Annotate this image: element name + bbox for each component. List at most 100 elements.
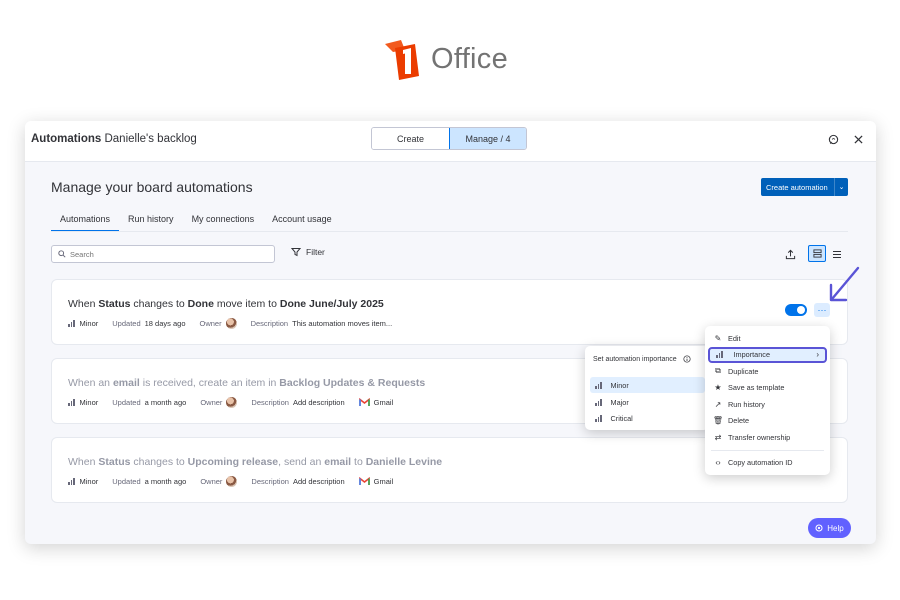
duplicate-icon: ⧉ <box>715 366 721 376</box>
importance-icon <box>595 414 602 422</box>
tab-my-connections[interactable]: My connections <box>183 211 264 232</box>
filter-icon <box>291 248 301 257</box>
importance-icon <box>595 381 602 389</box>
office-logo-icon <box>385 40 419 80</box>
menu-item-edit[interactable]: ✎ Edit <box>705 330 830 347</box>
transfer-icon: ⇄ <box>714 432 722 442</box>
pencil-icon: ✎ <box>714 333 722 343</box>
window-title-board: Danielle's backlog <box>104 133 197 145</box>
menu-item-run-history[interactable]: ↗ Run history <box>705 396 830 413</box>
gmail-icon <box>358 477 370 485</box>
info-icon[interactable] <box>683 355 691 363</box>
more-options-button[interactable]: ··· <box>814 303 830 317</box>
tab-account-usage[interactable]: Account usage <box>263 211 341 232</box>
owner-avatar[interactable] <box>226 476 238 487</box>
list-view-icon[interactable] <box>828 245 846 263</box>
menu-item-importance[interactable]: Importance › <box>708 346 827 363</box>
importance-icon <box>68 320 75 327</box>
gmail-integration: Gmail <box>358 477 394 486</box>
description-label: Description <box>251 398 289 407</box>
importance-icon <box>716 351 723 359</box>
feedback-icon[interactable] <box>826 132 840 146</box>
importance-option-major[interactable]: Major <box>590 394 705 410</box>
export-icon[interactable] <box>781 245 799 263</box>
integration-name: Gmail <box>373 477 394 486</box>
importance-submenu: Set automation importance Minor Major Cr… <box>585 346 709 430</box>
help-button[interactable]: Help <box>808 518 851 538</box>
create-automation-button[interactable]: Create automation ⌄ <box>761 178 848 196</box>
tab-run-history[interactable]: Run history <box>119 211 183 232</box>
filter-label: Filter <box>306 247 325 257</box>
search-input[interactable] <box>70 249 250 259</box>
owner-label: Owner <box>200 477 223 486</box>
importance-icon <box>68 399 75 406</box>
automation-recipe: When an email is received, create an ite… <box>68 377 426 389</box>
importance-option-minor[interactable]: Minor <box>590 377 705 393</box>
close-icon[interactable] <box>851 132 865 146</box>
importance-value: Minor <box>79 477 99 486</box>
gmail-icon <box>358 398 370 406</box>
automation-meta: Minor Updated a month ago Owner Descript… <box>68 397 393 408</box>
search-box <box>51 245 275 263</box>
importance-icon <box>595 398 602 406</box>
updated-value: a month ago <box>144 477 187 486</box>
updated-label: Updated <box>112 319 141 328</box>
updated-label: Updated <box>112 477 141 486</box>
annotation-arrow-icon <box>829 266 860 302</box>
tab-automations[interactable]: Automations <box>51 211 120 232</box>
office-logo: Office <box>383 36 508 82</box>
tabs-divider <box>51 231 848 232</box>
description-label: Description <box>250 319 289 328</box>
tab-bar: Automations Run history My connections A… <box>51 211 341 232</box>
owner-label: Owner <box>200 398 223 407</box>
chevron-right-icon: › <box>816 350 819 360</box>
description-value[interactable]: Add description <box>293 398 345 407</box>
description-value[interactable]: Add description <box>293 477 345 486</box>
filter-button[interactable]: Filter <box>291 247 325 257</box>
automation-meta: Minor Updated 18 days ago Owner Descript… <box>68 318 392 329</box>
menu-item-copy-id[interactable]: ‹› Copy automation ID <box>705 455 830 472</box>
menu-item-delete[interactable]: 🗑 Delete <box>705 413 830 430</box>
menu-divider <box>711 449 824 451</box>
menu-item-duplicate[interactable]: ⧉ Duplicate <box>705 363 830 380</box>
brand-name: Office <box>431 42 509 75</box>
importance-icon <box>68 478 75 485</box>
updated-label: Updated <box>112 398 141 407</box>
create-tab[interactable]: Create <box>372 128 449 149</box>
importance-value: Minor <box>79 398 99 407</box>
owner-label: Owner <box>199 319 222 328</box>
description-label: Description <box>251 477 289 486</box>
mode-switch: Create Manage / 4 <box>371 127 527 150</box>
window-title: Automations Danielle's backlog <box>31 133 197 145</box>
search-icon <box>58 250 66 258</box>
integration-name: Gmail <box>373 398 394 407</box>
create-automation-label: Create automation <box>766 182 828 192</box>
manage-tab[interactable]: Manage / 4 <box>449 128 526 149</box>
automation-recipe: When Status changes to Done move item to… <box>68 298 384 310</box>
template-icon: ★ <box>714 383 722 393</box>
top-bar: Automations Danielle's backlog Create Ma… <box>25 121 876 162</box>
help-label: Help <box>827 523 844 533</box>
updated-value: 18 days ago <box>144 319 186 328</box>
owner-avatar[interactable] <box>225 318 237 329</box>
gmail-integration: Gmail <box>358 398 394 407</box>
automation-toggle[interactable] <box>785 304 807 316</box>
help-icon <box>815 524 823 532</box>
code-icon: ‹› <box>715 458 721 468</box>
card-view-icon[interactable] <box>808 245 826 262</box>
page-title: Manage your board automations <box>51 179 253 195</box>
owner-avatar[interactable] <box>226 397 238 408</box>
importance-option-critical[interactable]: Critical <box>590 410 705 426</box>
automation-recipe: When Status changes to Upcoming release,… <box>68 456 443 468</box>
description-value[interactable]: This automation moves item... <box>292 319 392 328</box>
menu-item-transfer-ownership[interactable]: ⇄ Transfer ownership <box>705 429 830 446</box>
importance-value: Minor <box>79 319 99 328</box>
window-title-bold: Automations <box>31 133 102 145</box>
automation-meta: Minor Updated a month ago Owner Descript… <box>68 476 393 487</box>
automation-context-menu: ✎ Edit Importance › ⧉ Duplicate ★ Save as t… <box>705 326 830 475</box>
chevron-down-icon[interactable]: ⌄ <box>834 178 848 196</box>
submenu-title: Set automation importance <box>593 355 691 363</box>
updated-value: a month ago <box>144 398 187 407</box>
activity-icon: ↗ <box>714 399 722 409</box>
menu-item-save-as-template[interactable]: ★ Save as template <box>705 380 830 397</box>
